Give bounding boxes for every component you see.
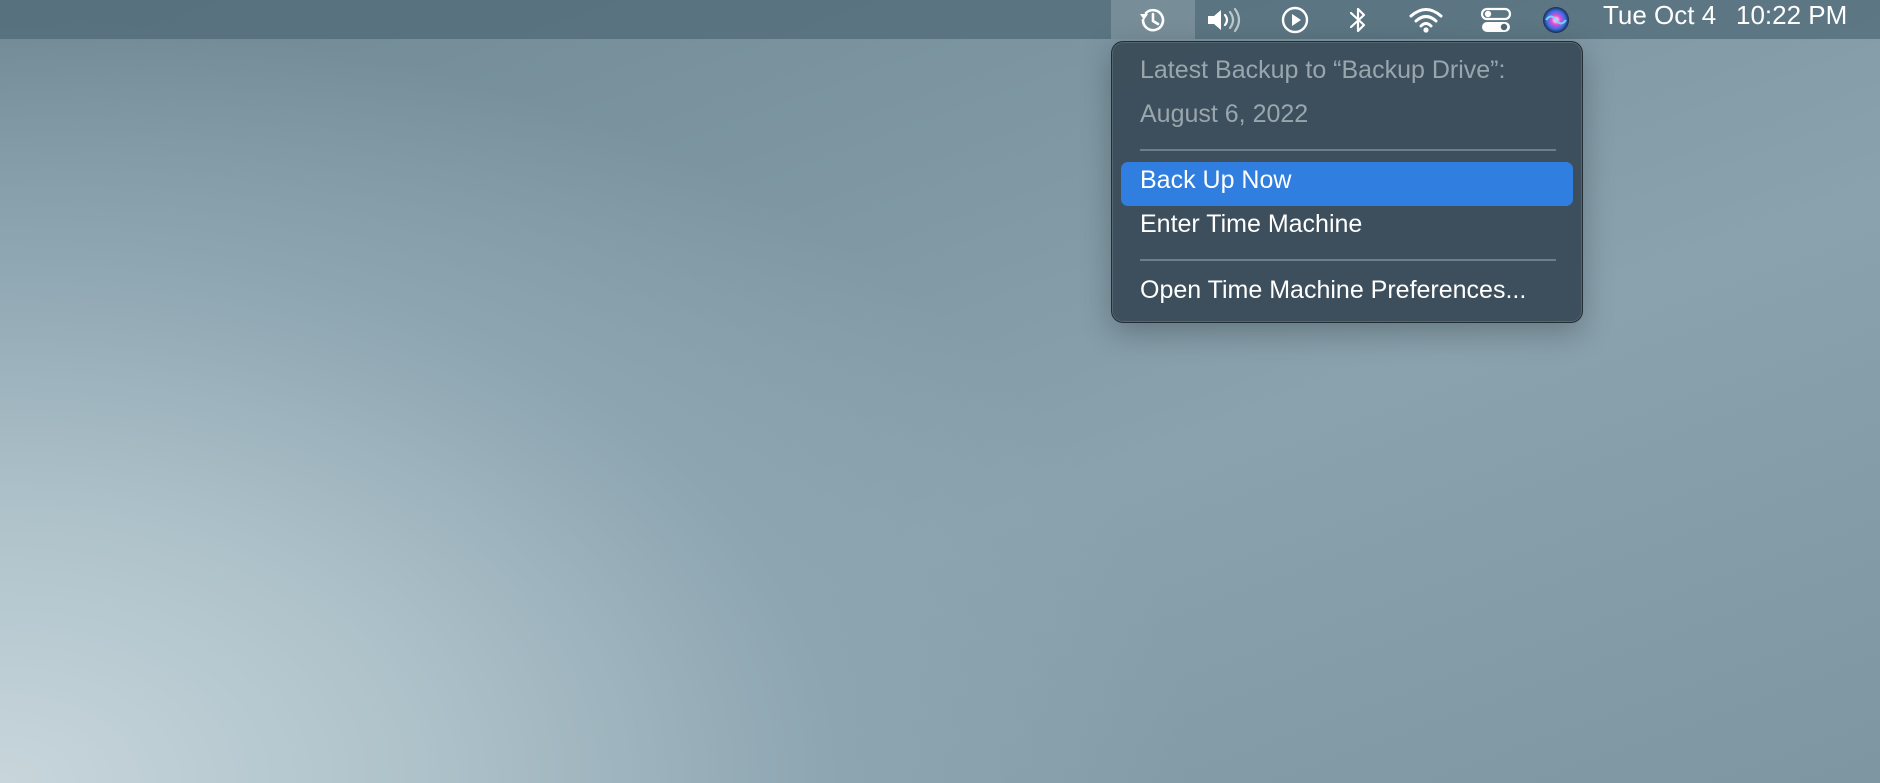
siri-icon	[1541, 5, 1571, 35]
menu-bar: Tue Oct 4 10:22 PM	[0, 0, 1880, 39]
menubar-date[interactable]: Tue Oct 4	[1603, 0, 1716, 32]
enter-time-machine-item[interactable]: Enter Time Machine	[1140, 210, 1362, 239]
play-circle-icon	[1280, 5, 1310, 35]
control-center-icon	[1479, 5, 1513, 35]
menu-separator	[1140, 149, 1556, 151]
back-up-now-item[interactable]: Back Up Now	[1140, 166, 1291, 195]
wifi-menu-extra[interactable]	[1406, 0, 1446, 39]
bluetooth-menu-extra[interactable]	[1342, 0, 1374, 39]
bluetooth-icon	[1347, 5, 1369, 35]
volume-menu-extra[interactable]	[1203, 0, 1249, 39]
time-machine-menu-extra[interactable]	[1111, 0, 1195, 39]
latest-backup-date: August 6, 2022	[1140, 100, 1309, 128]
wifi-icon	[1408, 6, 1444, 34]
time-machine-dropdown-menu: Latest Backup to “Backup Drive”: August …	[1111, 41, 1583, 323]
time-machine-icon	[1136, 5, 1170, 35]
siri-menu-extra[interactable]	[1538, 0, 1574, 39]
menu-separator	[1140, 259, 1556, 261]
now-playing-menu-extra[interactable]	[1276, 0, 1314, 39]
open-time-machine-preferences-item[interactable]: Open Time Machine Preferences...	[1140, 276, 1526, 305]
latest-backup-label: Latest Backup to “Backup Drive”:	[1140, 56, 1506, 84]
control-center-menu-extra[interactable]	[1476, 0, 1516, 39]
volume-icon	[1206, 6, 1246, 34]
menubar-time[interactable]: 10:22 PM	[1736, 0, 1847, 32]
